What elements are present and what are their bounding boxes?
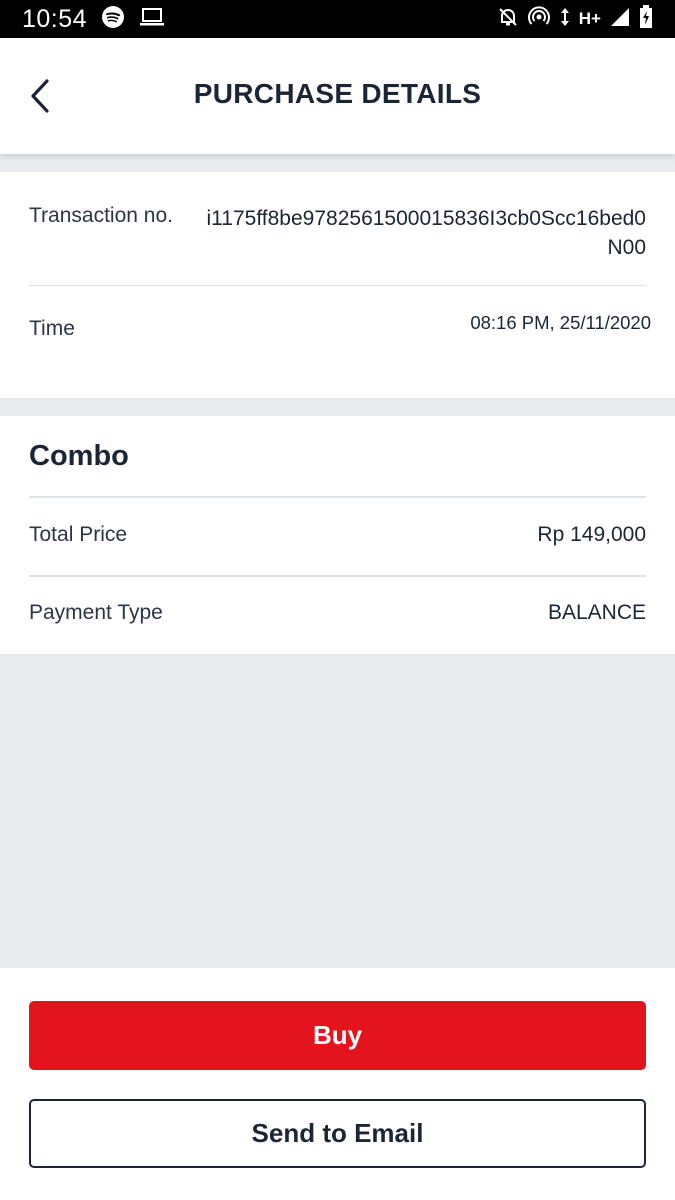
screen: 10:54 H+ PURCHASE DETAILS Transaction no… [0, 0, 675, 1200]
send-to-email-button[interactable]: Send to Email [29, 1099, 646, 1168]
divider [29, 496, 646, 498]
hotspot-icon [527, 5, 551, 33]
payment-type-row: Payment Type BALANCE [29, 593, 646, 633]
signal-icon [609, 6, 631, 33]
payment-type-value: BALANCE [547, 601, 646, 624]
payment-type-label: Payment Type [29, 601, 163, 624]
transaction-time-row: Time 08:16 PM, 25/11/2020 [29, 284, 651, 364]
transaction-number-label: Transaction no. [29, 204, 173, 227]
action-panel: Buy Send to Email [0, 968, 675, 1200]
data-arrows-icon [559, 6, 571, 33]
laptop-icon [139, 6, 165, 33]
status-bar: 10:54 H+ [0, 0, 675, 38]
buy-button[interactable]: Buy [29, 1001, 646, 1070]
page-title: PURCHASE DETAILS [193, 78, 482, 109]
total-price-value: Rp 149,000 [537, 523, 646, 546]
transaction-time-label: Time [29, 317, 75, 340]
status-bar-left: 10:54 [22, 5, 165, 34]
divider [29, 575, 646, 577]
transaction-card: Transaction no. i1175ff8be97825615000158… [0, 172, 675, 398]
status-bar-right: H+ [497, 4, 653, 34]
total-price-row: Total Price Rp 149,000 [29, 515, 646, 555]
notifications-off-icon [497, 6, 519, 33]
app-header: PURCHASE DETAILS [0, 38, 675, 154]
battery-icon [639, 4, 653, 34]
network-type: H+ [578, 9, 601, 28]
package-title: Combo [29, 440, 129, 472]
transaction-number-value: i1175ff8be9782561500015836I3cb0Scc16bed0… [206, 207, 646, 259]
total-price-label: Total Price [29, 523, 128, 546]
status-time: 10:54 [22, 4, 88, 33]
transaction-number-row: Transaction no. i1175ff8be97825615000158… [29, 200, 646, 286]
transaction-time-value: 08:16 PM, 25/11/2020 [470, 312, 651, 333]
package-card: Combo Total Price Rp 149,000 Payment Typ… [0, 416, 675, 654]
spotify-icon [101, 5, 125, 34]
